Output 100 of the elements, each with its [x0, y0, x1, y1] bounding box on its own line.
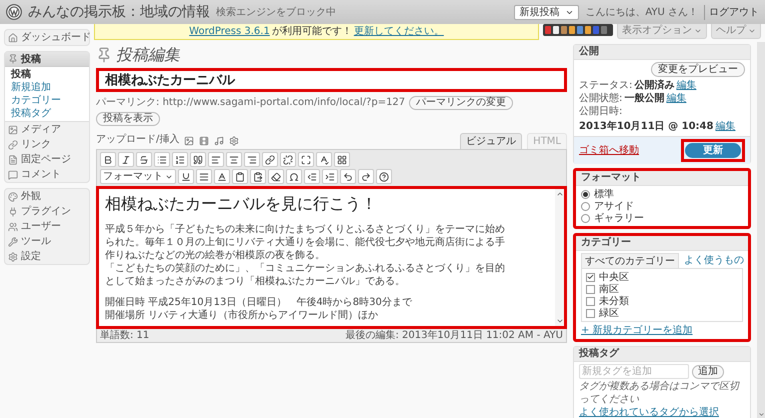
new-post-dropdown[interactable]: 新規投稿: [514, 4, 580, 20]
trash-link[interactable]: ゴミ箱へ移動: [579, 144, 639, 157]
radio-button[interactable]: [581, 202, 590, 210]
checkbox[interactable]: [586, 284, 595, 294]
tag-input[interactable]: 新規タグを追加: [579, 364, 689, 379]
align-center-button[interactable]: [226, 152, 242, 167]
users-icon: [8, 222, 18, 232]
field-value: 一般公開: [624, 92, 664, 105]
menu-item[interactable]: ツール: [5, 234, 89, 249]
omega-button[interactable]: [286, 169, 302, 184]
submenu-item[interactable]: 投稿タグ: [5, 107, 89, 120]
permalink-button[interactable]: 投稿を表示: [96, 112, 160, 126]
add-tag-button[interactable]: 追加: [692, 364, 724, 378]
italic-button[interactable]: [118, 152, 134, 167]
video-icon[interactable]: [199, 136, 210, 146]
scroll-down-icon[interactable]: [758, 411, 764, 418]
edit-link[interactable]: 編集: [676, 79, 696, 92]
caret-icon: [748, 27, 756, 35]
screen-tab[interactable]: 表示オプション: [617, 24, 707, 39]
outdent-button[interactable]: [304, 169, 320, 184]
checkbox[interactable]: [586, 272, 595, 282]
eraser-button[interactable]: [268, 169, 284, 184]
help-button[interactable]: [376, 169, 392, 184]
permalink-button[interactable]: パーマリンクの変更: [409, 96, 514, 110]
spellcheck-button[interactable]: [316, 152, 332, 167]
menu-item[interactable]: ユーザー: [5, 219, 89, 234]
menu-item[interactable]: メディア: [5, 122, 89, 137]
update-link[interactable]: 更新してください。: [354, 24, 444, 39]
quote-button[interactable]: [190, 152, 206, 167]
editor-scrollbar[interactable]: [555, 189, 564, 326]
category-label: 未分類: [599, 294, 629, 308]
menu-item[interactable]: プラグイン: [5, 204, 89, 219]
editor-area[interactable]: [96, 186, 567, 329]
music-icon[interactable]: [214, 136, 224, 146]
category-tab[interactable]: すべてのカテゴリー: [581, 253, 679, 268]
menu-item[interactable]: コメント: [5, 167, 89, 182]
caret-icon: [694, 27, 702, 35]
eraser-icon: [271, 172, 281, 182]
logout-link[interactable]: ログアウト: [704, 4, 759, 20]
fullscreen-button[interactable]: [298, 152, 314, 167]
checkbox[interactable]: [586, 308, 595, 318]
paste-button[interactable]: [250, 169, 266, 184]
link-button[interactable]: [262, 152, 278, 167]
edit-link[interactable]: 編集: [715, 120, 736, 133]
update-button[interactable]: 更新: [685, 143, 741, 158]
underline-button[interactable]: [178, 169, 194, 184]
field-label: ステータス:: [579, 79, 632, 92]
menu-item[interactable]: 投稿: [5, 52, 89, 67]
unlink-button[interactable]: [280, 152, 296, 167]
panel-title: カテゴリー: [576, 236, 748, 251]
menu-item[interactable]: 外観: [5, 189, 89, 204]
panel-title: フォーマット: [576, 171, 748, 186]
submenu-item[interactable]: 新規追加: [5, 81, 89, 94]
redo-button[interactable]: [358, 169, 374, 184]
checkbox[interactable]: [586, 296, 595, 306]
image-icon[interactable]: [184, 136, 194, 146]
menu-item[interactable]: 固定ページ: [5, 152, 89, 167]
word-count: 単語数: 11: [100, 329, 150, 342]
text-color-button[interactable]: [214, 169, 230, 184]
grid-button[interactable]: [334, 152, 350, 167]
quote-icon: [193, 154, 203, 164]
justify-icon: [199, 172, 209, 182]
tag-hint: タグが複数ある場合はコンマで区切ってください: [579, 380, 741, 406]
justify-button[interactable]: [196, 169, 212, 184]
link-icon: [265, 154, 275, 164]
editor-heading: 相模ねぶたカーニバルを見に行こう！: [105, 193, 378, 215]
preview-button[interactable]: 変更をプレビュー: [651, 62, 745, 77]
category-label: 中央区: [599, 270, 629, 284]
strikethrough-button[interactable]: [136, 152, 152, 167]
radio-button[interactable]: [581, 190, 590, 198]
site-title[interactable]: みんなの掲示板：地域の情報: [28, 2, 210, 22]
version-link[interactable]: WordPress 3.6.1: [189, 24, 270, 39]
clipboard-button[interactable]: [232, 169, 248, 184]
scroll-up-icon[interactable]: [556, 190, 564, 198]
submenu-item[interactable]: 投稿: [5, 68, 89, 81]
grid-icon: [337, 154, 347, 164]
bold-button[interactable]: [100, 152, 116, 167]
permalink-text: パーマリンク: http://www.sagami-portal.com/info/local/?p=127: [96, 96, 406, 110]
menu-item[interactable]: リンク: [5, 137, 89, 152]
category-label: 南区: [599, 282, 619, 296]
popular-tags-link[interactable]: よく使われているタグから選択: [579, 406, 745, 418]
scroll-down-icon[interactable]: [556, 317, 564, 325]
screen-tab[interactable]: ヘルプ: [711, 24, 761, 39]
submenu-item[interactable]: カテゴリー: [5, 94, 89, 107]
radio-button[interactable]: [581, 214, 590, 222]
title-field[interactable]: 相模ねぶたカーニバル: [96, 68, 567, 92]
menu-item[interactable]: ダッシュボード: [5, 30, 89, 45]
align-right-button[interactable]: [244, 152, 260, 167]
undo-button[interactable]: [340, 169, 356, 184]
page-scrollbar[interactable]: [757, 42, 765, 418]
indent-button[interactable]: [322, 169, 338, 184]
bullet-list-button[interactable]: [154, 152, 170, 167]
category-tab[interactable]: よく使うもの: [681, 253, 747, 268]
editor-tab[interactable]: ビジュアル: [460, 133, 522, 149]
format-select[interactable]: フォーマット: [100, 169, 176, 184]
numbered-list-button[interactable]: [172, 152, 188, 167]
menu-item[interactable]: 設定: [5, 249, 89, 264]
edit-link[interactable]: 編集: [666, 92, 686, 105]
add-category-link[interactable]: + 新規カテゴリーを追加: [581, 324, 743, 337]
align-left-button[interactable]: [208, 152, 224, 167]
